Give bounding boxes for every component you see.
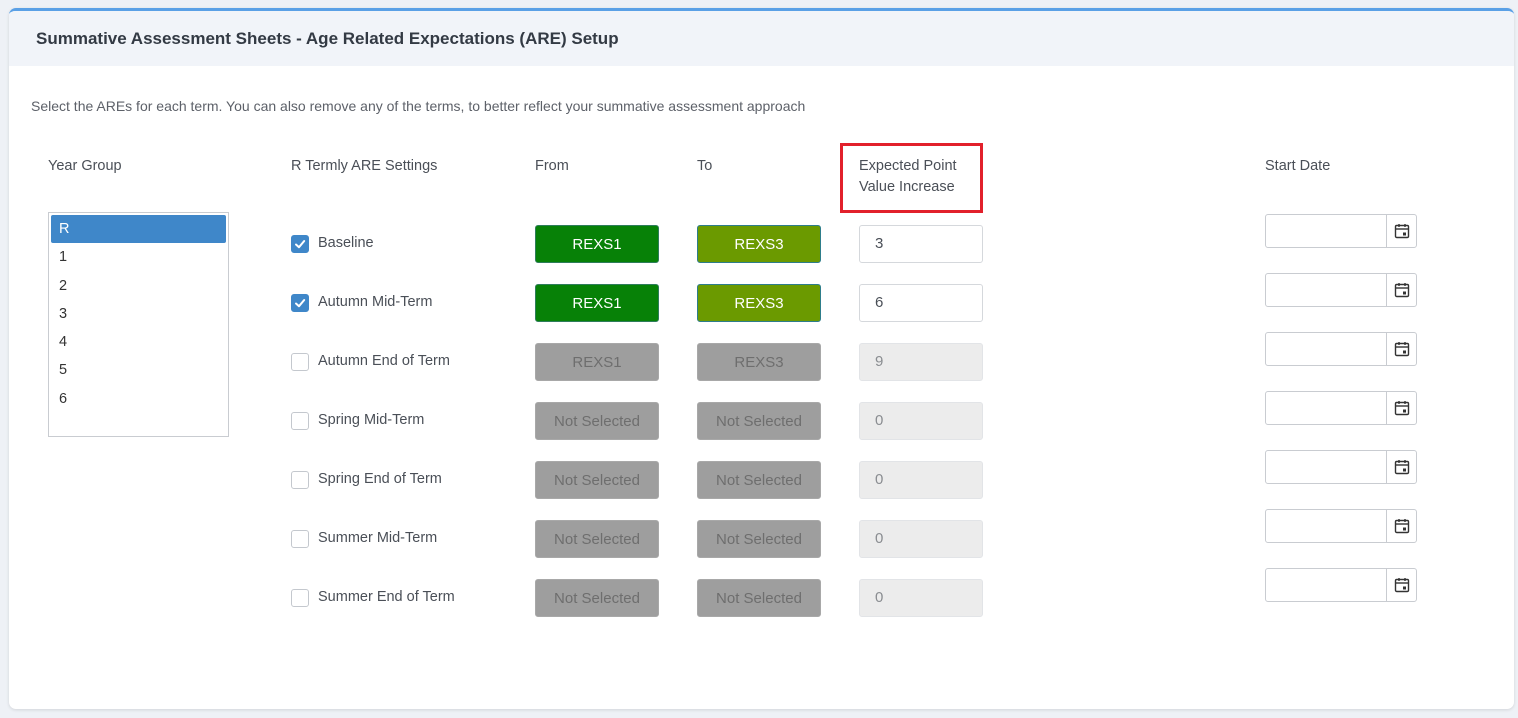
- highlight-annotation-box: [840, 143, 983, 213]
- to-are-button[interactable]: Not Selected: [697, 520, 821, 558]
- term-row-baseline: Baseline REXS1 REXS3 3: [9, 214, 1514, 263]
- to-are-button[interactable]: Not Selected: [697, 402, 821, 440]
- from-are-button[interactable]: REXS1: [535, 225, 659, 263]
- intro-text: Select the AREs for each term. You can a…: [31, 98, 806, 114]
- from-are-button[interactable]: REXS1: [535, 284, 659, 322]
- calendar-icon[interactable]: [1386, 215, 1416, 247]
- term-checkbox-summer-mid-term[interactable]: [291, 530, 309, 548]
- to-are-button[interactable]: REXS3: [697, 225, 821, 263]
- start-date-picker: [1265, 568, 1417, 602]
- term-checkbox-autumn-end-of-term[interactable]: [291, 353, 309, 371]
- term-label: Spring Mid-Term: [318, 412, 425, 428]
- term-checkbox-summer-end-of-term[interactable]: [291, 589, 309, 607]
- term-label: Summer End of Term: [318, 589, 455, 605]
- start-date-input[interactable]: [1266, 392, 1387, 424]
- term-row-spring-end-of-term: Spring End of Term Not Selected Not Select…: [9, 450, 1514, 499]
- to-are-button[interactable]: REXS3: [697, 284, 821, 322]
- expected-point-input[interactable]: 9: [859, 343, 983, 381]
- expected-point-input[interactable]: 0: [859, 520, 983, 558]
- term-row-summer-mid-term: Summer Mid-Term Not Selected Not Selected 0: [9, 509, 1514, 558]
- are-setup-panel: Summative Assessment Sheets - Age Relate…: [9, 8, 1514, 709]
- start-date-input[interactable]: [1266, 274, 1387, 306]
- from-header: From: [535, 158, 569, 174]
- panel-title: Summative Assessment Sheets - Age Relate…: [9, 11, 1514, 66]
- calendar-icon[interactable]: [1386, 569, 1416, 601]
- term-row-autumn-mid-term: Autumn Mid-Term REXS1 REXS3 6: [9, 273, 1514, 322]
- start-date-input[interactable]: [1266, 451, 1387, 483]
- start-date-input[interactable]: [1266, 569, 1387, 601]
- start-date-input[interactable]: [1266, 215, 1387, 247]
- expected-point-input[interactable]: 0: [859, 402, 983, 440]
- term-label: Spring End of Term: [318, 471, 442, 487]
- term-row-summer-end-of-term: Summer End of Term Not Selected Not Select…: [9, 568, 1514, 617]
- from-are-button[interactable]: Not Selected: [535, 402, 659, 440]
- term-label: Baseline: [318, 235, 374, 251]
- start-date-input[interactable]: [1266, 333, 1387, 365]
- from-are-button[interactable]: Not Selected: [535, 461, 659, 499]
- term-checkbox-baseline[interactable]: [291, 235, 309, 253]
- calendar-icon[interactable]: [1386, 451, 1416, 483]
- year-group-header: Year Group: [48, 158, 122, 174]
- calendar-icon[interactable]: [1386, 510, 1416, 542]
- start-date-input[interactable]: [1266, 510, 1387, 542]
- calendar-icon[interactable]: [1386, 333, 1416, 365]
- start-date-picker: [1265, 273, 1417, 307]
- start-date-picker: [1265, 450, 1417, 484]
- term-label: Autumn Mid-Term: [318, 294, 433, 310]
- to-header: To: [697, 158, 713, 174]
- expected-point-input[interactable]: 0: [859, 461, 983, 499]
- from-are-button[interactable]: REXS1: [535, 343, 659, 381]
- term-row-autumn-end-of-term: Autumn End of Term REXS1 REXS3 9: [9, 332, 1514, 381]
- term-row-spring-mid-term: Spring Mid-Term Not Selected Not Selected 0: [9, 391, 1514, 440]
- term-checkbox-spring-mid-term[interactable]: [291, 412, 309, 430]
- expected-point-input[interactable]: 6: [859, 284, 983, 322]
- term-checkbox-autumn-mid-term[interactable]: [291, 294, 309, 312]
- expected-point-input[interactable]: 0: [859, 579, 983, 617]
- term-label: Autumn End of Term: [318, 353, 450, 369]
- calendar-icon[interactable]: [1386, 392, 1416, 424]
- start-date-picker: [1265, 214, 1417, 248]
- start-date-header: Start Date: [1265, 158, 1331, 174]
- from-are-button[interactable]: Not Selected: [535, 520, 659, 558]
- settings-header: R Termly ARE Settings: [291, 158, 438, 174]
- calendar-icon[interactable]: [1386, 274, 1416, 306]
- to-are-button[interactable]: Not Selected: [697, 579, 821, 617]
- start-date-picker: [1265, 509, 1417, 543]
- start-date-picker: [1265, 391, 1417, 425]
- to-are-button[interactable]: REXS3: [697, 343, 821, 381]
- term-label: Summer Mid-Term: [318, 530, 438, 546]
- expected-point-input[interactable]: 3: [859, 225, 983, 263]
- to-are-button[interactable]: Not Selected: [697, 461, 821, 499]
- term-checkbox-spring-end-of-term[interactable]: [291, 471, 309, 489]
- start-date-picker: [1265, 332, 1417, 366]
- from-are-button[interactable]: Not Selected: [535, 579, 659, 617]
